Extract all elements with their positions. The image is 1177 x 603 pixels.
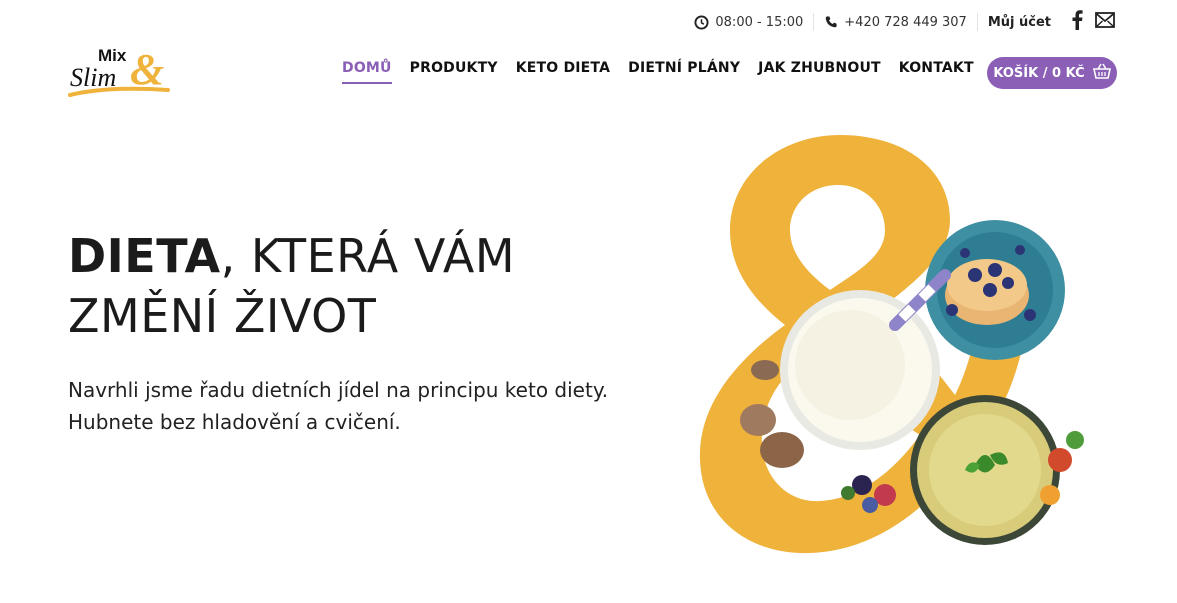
account-link[interactable]: Můj účet (978, 12, 1061, 32)
hero-subtitle: Navrhli jsme řadu dietních jídel na prin… (68, 374, 688, 438)
cart-label: KOŠÍK / 0 KČ (993, 65, 1085, 81)
hero-subtitle-line2: Hubnete bez hladovění a cvičení. (68, 410, 401, 434)
top-bar: 08:00 - 15:00 +420 728 449 307 Můj účet (684, 8, 1115, 36)
hero-title-line2: ZMĚNÍ ŽIVOT (68, 289, 377, 343)
basket-icon (1092, 63, 1111, 83)
phone-text: +420 728 449 307 (844, 14, 967, 30)
nav-item-domu[interactable]: DOMŮ (342, 60, 392, 84)
hero-subtitle-line1: Navrhli jsme řadu dietních jídel na prin… (68, 378, 609, 402)
site-logo[interactable]: Mix Slim & (68, 42, 172, 102)
pancake-plate (925, 220, 1065, 360)
account-label: Můj účet (987, 14, 1051, 30)
soup-bowl (910, 395, 1084, 545)
nav-item-keto-dieta[interactable]: KETO DIETA (516, 60, 610, 84)
main-nav: DOMŮ PRODUKTY KETO DIETA DIETNÍ PLÁNY JA… (342, 60, 992, 84)
cart-button[interactable]: KOŠÍK / 0 KČ (987, 57, 1117, 89)
logo-ampersand: & (130, 45, 164, 94)
facebook-icon[interactable] (1071, 10, 1083, 34)
hero-title: DIETA, KTERÁ VÁM ZMĚNÍ ŽIVOT (68, 226, 668, 346)
phone-link[interactable]: +420 728 449 307 (814, 12, 977, 32)
hero-food-illustration (690, 125, 1120, 565)
hero-title-rest: , KTERÁ VÁM (220, 229, 516, 283)
mail-icon[interactable] (1095, 12, 1115, 32)
social-links (1061, 10, 1115, 34)
nav-item-dietni-plany[interactable]: DIETNÍ PLÁNY (628, 60, 740, 84)
nav-item-jak-zhubnout[interactable]: JAK ZHUBNOUT (758, 60, 881, 84)
opening-hours: 08:00 - 15:00 (684, 12, 813, 32)
nav-item-kontakt[interactable]: KONTAKT (899, 60, 974, 84)
hero-title-bold: DIETA (68, 229, 221, 283)
phone-icon (824, 15, 838, 29)
clock-icon (694, 14, 709, 30)
nav-item-produkty[interactable]: PRODUKTY (410, 60, 498, 84)
opening-hours-text: 08:00 - 15:00 (715, 14, 804, 30)
